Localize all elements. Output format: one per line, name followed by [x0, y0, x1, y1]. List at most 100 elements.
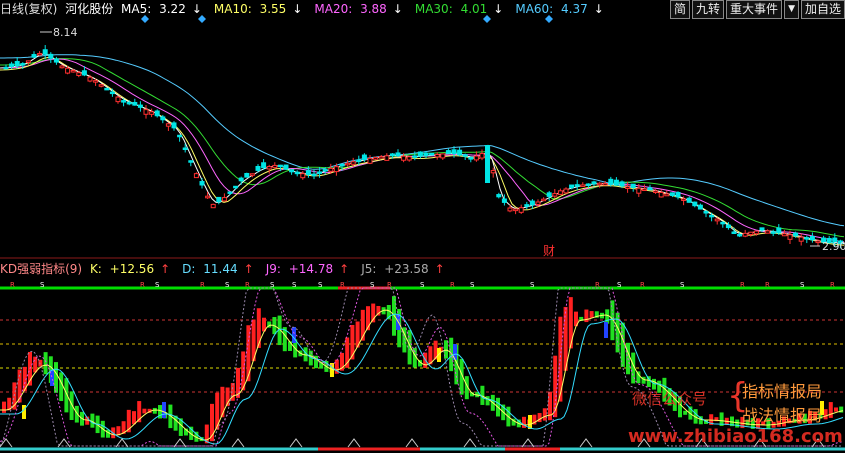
candle-body: [25, 60, 31, 63]
kd-item-label: J9:: [265, 262, 285, 276]
kd-title[interactable]: KD强弱指标(9): [0, 262, 82, 276]
candle-body: [87, 76, 93, 82]
candle-body: [322, 169, 328, 172]
candle-body: [501, 198, 507, 203]
candle-body: [692, 201, 698, 207]
candle-body: [93, 80, 99, 83]
candle-body: [496, 194, 502, 198]
kd-item-label: J5:: [361, 262, 381, 276]
candle-body: [76, 72, 82, 76]
candle-body: [473, 155, 479, 161]
kd-bar: [548, 391, 552, 421]
candle-body: [518, 207, 524, 213]
kd-bar: [220, 386, 225, 418]
event-marker-icon: [545, 15, 553, 23]
bottom-tick-icon: [289, 438, 303, 448]
ma20-line: [0, 58, 845, 243]
signal-letter: S: [420, 281, 425, 289]
candle-body: [709, 214, 715, 218]
signal-letter: R: [830, 281, 835, 289]
kd-bar: [43, 352, 48, 375]
candle-body: [563, 188, 569, 194]
kd-values: K: +12.56 ↑ D: 11.44 ↑ J9: +14.78 ↑ J5: +23.58…: [90, 262, 457, 276]
candle-body: [356, 159, 362, 163]
kd-bar: [605, 309, 610, 324]
ma60-line: [0, 54, 845, 227]
candle-body: [686, 197, 692, 203]
candle-body: [630, 183, 636, 188]
candle-body: [669, 192, 675, 196]
candle-body: [714, 218, 720, 222]
j9-line: [0, 287, 844, 447]
signal-letter: S: [617, 281, 622, 289]
event-marker-icon: [483, 15, 491, 23]
main-chart[interactable]: 8.14 2.90 财 R S R S R S R S S S R S R S R S S R S R S R R S R: [0, 0, 845, 453]
candle-body: [81, 70, 87, 76]
candle-body: [675, 192, 681, 198]
finance-marker: 财: [543, 244, 555, 258]
candle-body: [132, 101, 138, 106]
watermark-wechat: 微信公众号: [632, 390, 708, 408]
candle-body: [412, 155, 418, 158]
signal-letter: S: [318, 281, 323, 289]
candle-body: [227, 191, 233, 194]
candle-body: [70, 69, 76, 73]
candle-body: [165, 123, 171, 127]
candle-body: [104, 87, 110, 91]
candle-body: [20, 63, 26, 66]
candle-body: [339, 163, 345, 167]
arrow-icon: ↑: [434, 262, 445, 276]
candle-body: [434, 153, 440, 158]
candle-body: [37, 53, 43, 56]
candle-body: [417, 151, 423, 157]
candle-body: [619, 181, 625, 187]
candle-body: [406, 156, 412, 161]
candle-body: [681, 198, 687, 201]
candle-body: [703, 211, 709, 214]
kd-item-label: K:: [89, 262, 106, 276]
candle-body: [462, 154, 468, 157]
candle-body: [636, 187, 642, 194]
arrow-icon: ↑: [160, 262, 171, 276]
bottom-tick-icon: [579, 438, 593, 448]
candle-body: [205, 195, 211, 199]
candle-body: [490, 170, 496, 174]
candle-body: [608, 178, 614, 185]
watermark-line2: 战法情报局: [742, 406, 823, 425]
bottom-tick-icon: [231, 438, 245, 448]
candle-body: [126, 101, 132, 105]
signal-letter: S: [40, 281, 45, 289]
kd-header: KD强弱指标(9) K: +12.56 ↑ D: 11.44 ↑ J9: +14.78 ↑…: [0, 260, 461, 278]
j5-line: [0, 287, 843, 447]
kd-bar: [69, 391, 74, 420]
kd-bar: [823, 409, 828, 420]
signal-letter: R: [340, 281, 345, 289]
signal-letter: R: [595, 281, 600, 289]
candle-body: [42, 49, 48, 55]
candle-body: [804, 237, 810, 240]
kd-bar: [542, 408, 547, 421]
candle-body: [115, 96, 121, 103]
signal-letter: R: [200, 281, 205, 289]
candle-body: [210, 203, 216, 209]
candle-body: [221, 197, 227, 202]
candle-body: [535, 201, 541, 205]
candle-body: [378, 156, 384, 159]
candle-body: [770, 231, 776, 234]
candle-body: [625, 186, 631, 189]
candle-body: [333, 166, 339, 173]
low-price-label: 2.90: [822, 240, 845, 253]
candle-body: [249, 173, 255, 176]
kd-bar: [834, 407, 838, 412]
candle-body: [143, 109, 149, 115]
signal-letter: S: [680, 281, 685, 289]
bottom-tick-icon: [0, 438, 13, 448]
candle-body: [121, 100, 127, 103]
candle-body: [216, 196, 222, 203]
candle-body: [373, 156, 379, 160]
candle-body: [748, 231, 754, 236]
kd-item-value: +12.56: [109, 262, 155, 276]
signal-letter: S: [270, 281, 275, 289]
signal-letter: R: [140, 281, 145, 289]
kd-bar: [828, 402, 833, 418]
